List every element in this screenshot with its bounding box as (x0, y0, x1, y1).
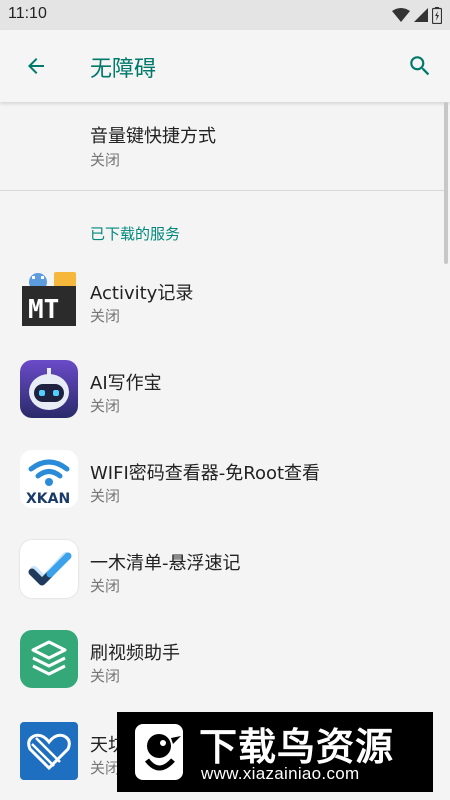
pref-summary: 关闭 (90, 759, 121, 777)
blue-heart-app-icon (20, 722, 78, 780)
signal-icon (414, 8, 428, 22)
search-button[interactable] (402, 48, 438, 84)
settings-list: 音量键快捷方式 关闭 已下载的服务 MT Activity记录 关闭 AI写作宝… (0, 102, 450, 800)
status-time: 11:10 (8, 5, 47, 22)
app-bar: 无障碍 (0, 30, 450, 102)
page-title: 无障碍 (90, 57, 157, 82)
status-icons (392, 6, 442, 24)
watermark-url: www.xiazainiao.com (201, 764, 360, 783)
pref-summary: 关闭 (90, 307, 121, 325)
ai-robot-icon (20, 360, 78, 418)
pref-summary: 关闭 (90, 397, 121, 415)
pref-summary: 关闭 (90, 577, 121, 595)
service-item-video-helper[interactable]: 刷视频助手 关闭 (0, 614, 446, 704)
volume-key-shortcut-item[interactable]: 音量键快捷方式 关闭 (0, 102, 446, 190)
svg-text:XKAN: XKAN (26, 491, 70, 507)
pref-summary: 关闭 (90, 151, 121, 169)
pref-summary: 关闭 (90, 487, 121, 505)
arrow-left-icon (28, 58, 44, 74)
pref-title: WIFI密码查看器-免Root查看 (90, 463, 321, 484)
search-icon (410, 56, 430, 76)
checkmark-app-icon (20, 540, 78, 598)
wifi-icon (392, 8, 410, 22)
watermark-banner: 下载鸟资源 www.xiazainiao.com (117, 712, 433, 792)
battery-icon (432, 6, 442, 24)
scrollbar[interactable] (444, 102, 448, 264)
service-item-activity-record[interactable]: MT Activity记录 关闭 (0, 254, 446, 344)
status-bar: 11:10 (0, 0, 450, 30)
pref-summary: 关闭 (90, 667, 121, 685)
pref-title: AI写作宝 (90, 373, 162, 394)
mt-manager-icon: MT (20, 270, 78, 328)
back-button[interactable] (18, 48, 54, 84)
pref-title: 音量键快捷方式 (90, 126, 216, 147)
pref-title: 刷视频助手 (90, 643, 180, 664)
pref-title: 一木清单-悬浮速记 (90, 553, 241, 574)
watermark-title: 下载鸟资源 (199, 725, 395, 769)
xkan-wifi-icon: XKAN (20, 450, 78, 508)
stack-app-icon (20, 630, 78, 688)
pref-title: Activity记录 (90, 283, 194, 304)
service-item-wifi-password[interactable]: XKAN WIFI密码查看器-免Root查看 关闭 (0, 434, 446, 524)
svg-text:MT: MT (28, 295, 59, 325)
bird-logo-icon (135, 724, 183, 780)
service-item-ai-writer[interactable]: AI写作宝 关闭 (0, 344, 446, 434)
category-downloaded-services: 已下载的服务 (90, 225, 181, 243)
service-item-yimu-list[interactable]: 一木清单-悬浮速记 关闭 (0, 524, 446, 614)
divider (0, 190, 446, 191)
screen: 11:10 无障碍 音量键快捷方式 关闭 已下载的服务 MT Activity记… (0, 0, 450, 800)
